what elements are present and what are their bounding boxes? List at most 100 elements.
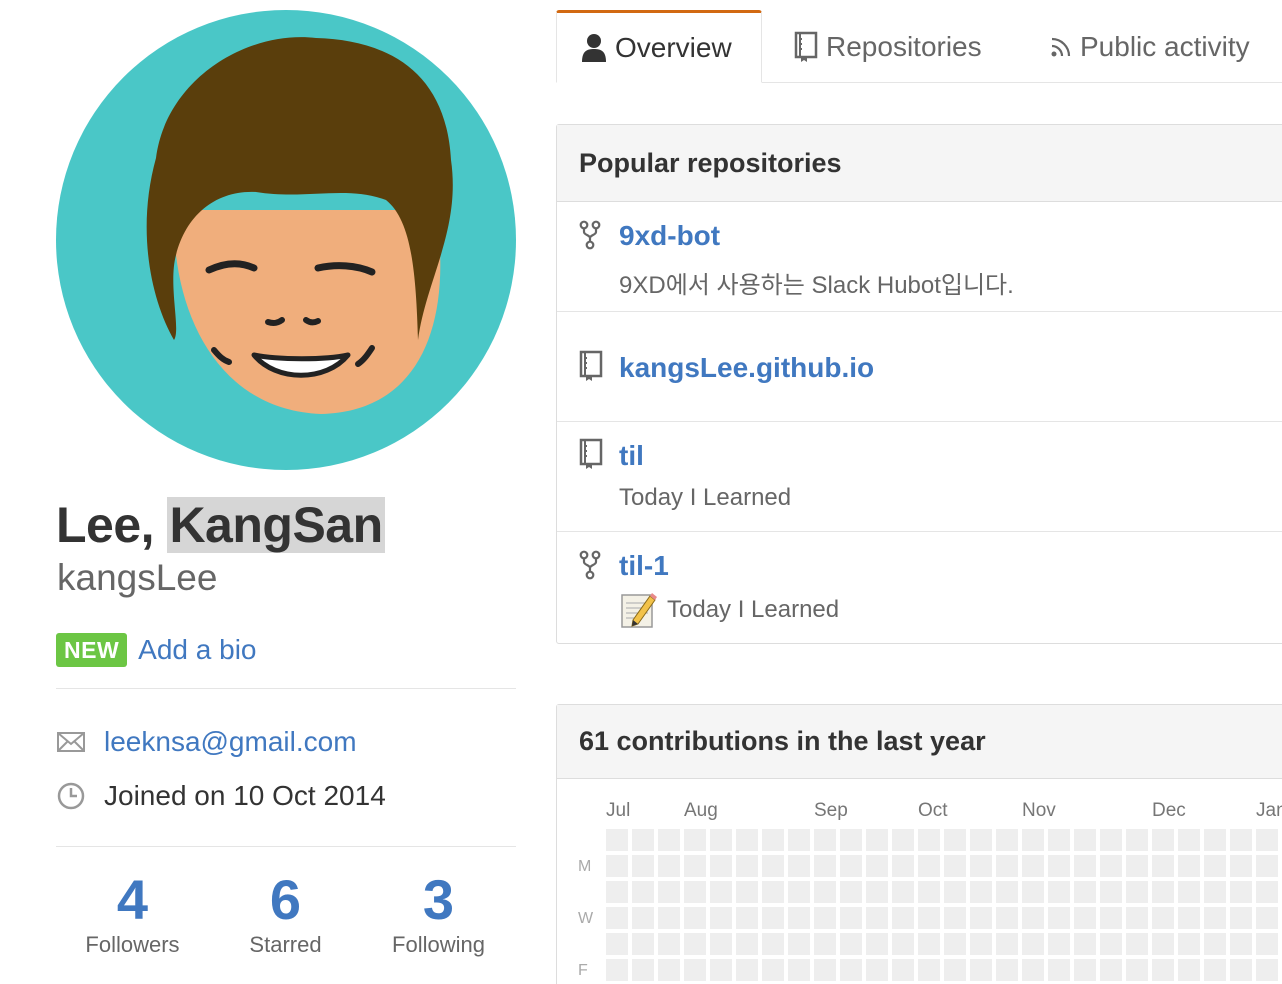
contribution-day-cell[interactable] (1126, 907, 1148, 929)
contribution-day-cell[interactable] (970, 855, 992, 877)
contribution-day-cell[interactable] (892, 907, 914, 929)
contribution-day-cell[interactable] (658, 907, 680, 929)
contribution-day-cell[interactable] (970, 881, 992, 903)
contribution-day-cell[interactable] (606, 907, 628, 929)
contribution-day-cell[interactable] (1204, 829, 1226, 851)
contribution-day-cell[interactable] (996, 933, 1018, 955)
contribution-day-cell[interactable] (788, 829, 810, 851)
contribution-day-cell[interactable] (918, 855, 940, 877)
contribution-day-cell[interactable] (1100, 907, 1122, 929)
contribution-day-cell[interactable] (866, 829, 888, 851)
contribution-day-cell[interactable] (606, 829, 628, 851)
contribution-day-cell[interactable] (814, 881, 836, 903)
contribution-day-cell[interactable] (606, 855, 628, 877)
contribution-day-cell[interactable] (1178, 829, 1200, 851)
contribution-day-cell[interactable] (1230, 829, 1252, 851)
contribution-day-cell[interactable] (762, 881, 784, 903)
contribution-day-cell[interactable] (866, 959, 888, 981)
tab-public-activity[interactable]: Public activity (1050, 10, 1250, 83)
contribution-day-cell[interactable] (996, 829, 1018, 851)
contribution-day-cell[interactable] (1126, 933, 1148, 955)
contribution-day-cell[interactable] (788, 933, 810, 955)
contribution-day-cell[interactable] (710, 933, 732, 955)
contribution-day-cell[interactable] (736, 881, 758, 903)
contribution-day-cell[interactable] (788, 907, 810, 929)
contribution-day-cell[interactable] (1230, 907, 1252, 929)
contribution-day-cell[interactable] (814, 855, 836, 877)
contribution-day-cell[interactable] (1230, 881, 1252, 903)
contribution-day-cell[interactable] (1152, 829, 1174, 851)
contribution-day-cell[interactable] (1178, 907, 1200, 929)
contribution-day-cell[interactable] (1048, 933, 1070, 955)
contribution-day-cell[interactable] (632, 907, 654, 929)
contribution-day-cell[interactable] (944, 855, 966, 877)
contribution-day-cell[interactable] (918, 829, 940, 851)
contribution-day-cell[interactable] (970, 907, 992, 929)
contribution-day-cell[interactable] (736, 829, 758, 851)
add-bio-link[interactable]: Add a bio (138, 634, 256, 666)
contribution-day-cell[interactable] (1230, 855, 1252, 877)
contribution-day-cell[interactable] (1152, 855, 1174, 877)
contribution-day-cell[interactable] (736, 959, 758, 981)
contribution-day-cell[interactable] (1074, 881, 1096, 903)
contribution-day-cell[interactable] (658, 881, 680, 903)
contribution-day-cell[interactable] (1152, 959, 1174, 981)
contribution-day-cell[interactable] (1178, 933, 1200, 955)
contribution-day-cell[interactable] (840, 959, 862, 981)
contribution-day-cell[interactable] (1230, 933, 1252, 955)
contribution-day-cell[interactable] (1256, 881, 1278, 903)
contribution-day-cell[interactable] (918, 907, 940, 929)
contribution-day-cell[interactable] (710, 829, 732, 851)
contribution-day-cell[interactable] (866, 907, 888, 929)
contribution-day-cell[interactable] (866, 881, 888, 903)
contribution-day-cell[interactable] (632, 933, 654, 955)
contribution-day-cell[interactable] (840, 933, 862, 955)
contribution-day-cell[interactable] (814, 959, 836, 981)
contribution-day-cell[interactable] (1074, 829, 1096, 851)
contribution-day-cell[interactable] (684, 959, 706, 981)
contribution-day-cell[interactable] (762, 829, 784, 851)
contribution-day-cell[interactable] (1022, 959, 1044, 981)
contribution-day-cell[interactable] (1022, 855, 1044, 877)
followers-stat[interactable]: 4 Followers (56, 868, 209, 958)
contribution-day-cell[interactable] (1048, 829, 1070, 851)
contribution-day-cell[interactable] (1022, 907, 1044, 929)
contribution-day-cell[interactable] (1256, 855, 1278, 877)
contribution-day-cell[interactable] (814, 829, 836, 851)
contribution-day-cell[interactable] (970, 829, 992, 851)
contribution-day-cell[interactable] (840, 881, 862, 903)
contribution-day-cell[interactable] (996, 959, 1018, 981)
contribution-day-cell[interactable] (658, 855, 680, 877)
contribution-day-cell[interactable] (1074, 855, 1096, 877)
contribution-day-cell[interactable] (1074, 959, 1096, 981)
contribution-day-cell[interactable] (918, 959, 940, 981)
following-stat[interactable]: 3 Following (362, 868, 515, 958)
contribution-day-cell[interactable] (606, 933, 628, 955)
contribution-day-cell[interactable] (944, 881, 966, 903)
contribution-day-cell[interactable] (658, 829, 680, 851)
contribution-day-cell[interactable] (1048, 907, 1070, 929)
repo-link-til-1[interactable]: til-1 (619, 550, 669, 582)
contribution-day-cell[interactable] (1074, 933, 1096, 955)
contribution-day-cell[interactable] (1256, 959, 1278, 981)
contribution-day-cell[interactable] (632, 959, 654, 981)
repo-link-til[interactable]: til (619, 440, 644, 472)
contribution-day-cell[interactable] (1152, 907, 1174, 929)
contribution-day-cell[interactable] (632, 829, 654, 851)
contribution-day-cell[interactable] (918, 881, 940, 903)
contribution-day-cell[interactable] (944, 907, 966, 929)
repo-link-kangslee-github-io[interactable]: kangsLee.github.io (619, 352, 874, 384)
contribution-day-cell[interactable] (1100, 933, 1122, 955)
contribution-day-cell[interactable] (684, 933, 706, 955)
contribution-day-cell[interactable] (1022, 933, 1044, 955)
contribution-day-cell[interactable] (606, 959, 628, 981)
contribution-day-cell[interactable] (762, 959, 784, 981)
contribution-day-cell[interactable] (892, 959, 914, 981)
contribution-day-cell[interactable] (1178, 855, 1200, 877)
contribution-day-cell[interactable] (1126, 829, 1148, 851)
contribution-day-cell[interactable] (1256, 933, 1278, 955)
contribution-day-cell[interactable] (1100, 959, 1122, 981)
contribution-day-cell[interactable] (1100, 855, 1122, 877)
contribution-day-cell[interactable] (710, 855, 732, 877)
contribution-day-cell[interactable] (658, 959, 680, 981)
